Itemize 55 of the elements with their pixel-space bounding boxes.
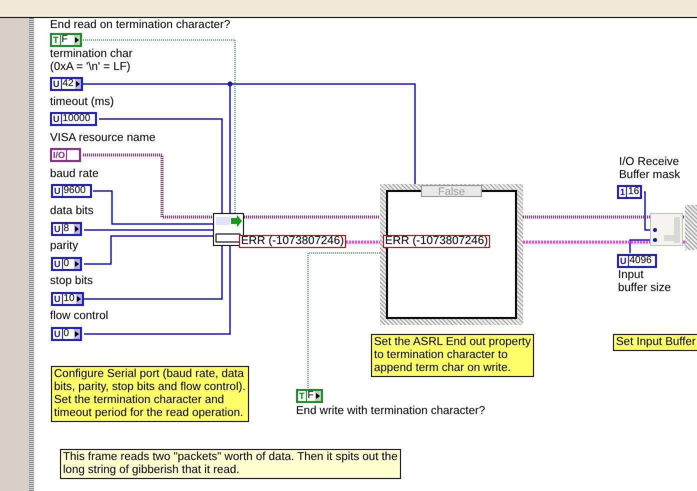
terminal-label: termination char (0xA = '\n' = LF) (50, 48, 132, 74)
constant-value: 9600 (62, 186, 87, 196)
error-indicator: ERR (-1073807246) (383, 235, 490, 248)
terminal-label: data bits (50, 205, 94, 218)
terminal-label: parity (50, 240, 78, 253)
terminal-label: Input buffer size (618, 269, 671, 295)
type-tag: 1 (619, 187, 628, 197)
comment-note: This frame reads two "packets" worth of data. Then it spits out the long string of gibberish that it read. (60, 449, 401, 479)
type-tag: I/O (52, 150, 68, 160)
terminal-label: flow control (50, 310, 108, 323)
case-selector[interactable]: False (421, 185, 482, 197)
frame-border (685, 205, 697, 250)
wire (683, 216, 685, 218)
wire-junction (228, 82, 232, 86)
increment-arrow-icon (75, 261, 79, 267)
type-tag: T (52, 35, 60, 45)
type-tag: U (53, 294, 62, 304)
constant-value: F (60, 35, 69, 45)
type-tag: U (53, 329, 62, 339)
sticky-note: Set the ASRL End out property to termination character to append term char on write. (371, 334, 534, 377)
increment-arrow-icon (75, 331, 79, 337)
terminal-label: baud rate (50, 168, 99, 181)
increment-arrow-icon (75, 226, 79, 232)
type-tag: U (619, 256, 628, 266)
type-tag: U (52, 79, 62, 89)
constant-value: 16 (627, 187, 640, 197)
serial-port-node-icon (213, 213, 244, 246)
increment-arrow-icon (76, 81, 80, 87)
constant-value: F (306, 391, 315, 401)
terminal-label: I/O Receive Buffer mask (619, 156, 680, 182)
type-tag: U (52, 114, 62, 124)
terminal-label: stop bits (50, 275, 93, 288)
sticky-note: Configure Serial port (baud rate, data bits, parity, stop bits and flow control). Set the termination character and timeout period for the read operation. (51, 366, 249, 422)
wire (683, 240, 685, 244)
increment-arrow-icon (316, 393, 320, 399)
constant-value: 42 (62, 79, 75, 89)
type-tag: T (298, 391, 306, 401)
terminal-label: End write with termination character? (296, 405, 486, 418)
buffer-node-icon (650, 213, 683, 246)
constant-value: 10 (62, 294, 76, 304)
constant-value: 0 (62, 259, 70, 269)
terminal-label: VISA resource name (50, 132, 156, 145)
terminal-label: timeout (ms) (50, 96, 114, 109)
constant-value: 4096 (628, 256, 653, 266)
constant-value: 0 (62, 329, 70, 339)
constant-value: 8 (62, 224, 70, 234)
type-tag: U (53, 186, 62, 196)
type-tag: U (53, 224, 62, 234)
type-tag: U (53, 259, 62, 269)
error-indicator: ERR (-1073807246) (239, 235, 346, 248)
increment-arrow-icon (75, 37, 79, 43)
increment-arrow-icon (76, 296, 81, 302)
constant-value: 10000 (62, 114, 92, 124)
terminal-label: End read on termination character? (50, 19, 230, 32)
sticky-note: Set Input Buffer (613, 334, 697, 351)
